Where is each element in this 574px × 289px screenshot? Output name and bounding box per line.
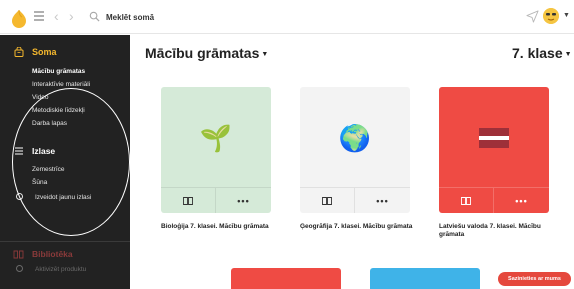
activate-product-button[interactable]: Aktivizēt produktu	[16, 265, 86, 273]
page-title-label: Mācību grāmatas	[145, 45, 260, 61]
globe-icon: 🌍	[338, 123, 372, 153]
hamburger-menu-icon[interactable]	[34, 11, 44, 22]
plus-circle-icon	[16, 265, 23, 272]
bag-icon	[14, 47, 24, 57]
page-title[interactable]: Mācību grāmatas ▼	[145, 45, 268, 61]
search-input[interactable]	[106, 10, 246, 24]
back-arrow-icon[interactable]: ‹	[54, 9, 59, 23]
book-card-partial[interactable]	[231, 268, 341, 289]
card-actions: •••	[161, 187, 271, 213]
contact-us-button[interactable]: Sazinieties ar mums	[498, 272, 571, 286]
highlight-circle	[12, 88, 130, 236]
more-options-button[interactable]: •••	[494, 188, 549, 213]
book-card-biologija[interactable]: 🌱 •••	[161, 87, 271, 213]
chevron-down-icon: ▼	[564, 51, 572, 58]
top-bar: ‹ › ▼	[0, 0, 574, 34]
open-book-icon	[183, 197, 193, 205]
open-book-button[interactable]	[439, 188, 494, 213]
book-card-caption[interactable]: Ģeogrāfija 7. klasei. Mācību grāmata	[300, 223, 418, 231]
open-book-icon	[461, 197, 471, 205]
sidebar-title-soma[interactable]: Soma	[32, 47, 57, 57]
avatar-dropdown-icon[interactable]: ▼	[563, 12, 570, 19]
more-options-button[interactable]: •••	[216, 188, 271, 213]
chevron-down-icon: ▼	[261, 51, 269, 58]
book-card-caption[interactable]: Latviešu valoda 7. klasei. Mācību grāmat…	[439, 223, 557, 239]
forward-arrow-icon[interactable]: ›	[69, 9, 74, 23]
open-book-button[interactable]	[300, 188, 355, 213]
latvia-flag-icon	[479, 128, 509, 148]
more-options-button[interactable]: •••	[355, 188, 410, 213]
sidebar-item-macibu-gramatas[interactable]: Mācību grāmatas	[32, 68, 85, 75]
send-icon[interactable]	[526, 10, 539, 23]
sidebar-item-interaktivie-materiali[interactable]: Interaktīvie materiāli	[32, 81, 90, 88]
book-card-geografija[interactable]: 🌍 •••	[300, 87, 410, 213]
latvia-flag-icon	[439, 123, 549, 154]
book-icon	[13, 250, 24, 259]
avatar[interactable]	[543, 8, 559, 24]
grade-selector[interactable]: 7. klase ▼	[512, 45, 572, 61]
card-actions: •••	[300, 187, 410, 213]
book-card-partial[interactable]	[370, 268, 480, 289]
grade-label: 7. klase	[512, 45, 563, 61]
book-card-caption[interactable]: Bioloģija 7. klasei. Mācību grāmata	[161, 223, 279, 231]
sidebar-title-biblioteka[interactable]: Bibliotēka	[32, 249, 73, 259]
search-icon	[89, 11, 100, 22]
sidebar-divider	[0, 241, 130, 242]
card-actions: •••	[439, 187, 549, 213]
activate-product-label: Aktivizēt produktu	[35, 266, 87, 273]
book-card-latviesu-valoda[interactable]: •••	[439, 87, 549, 213]
open-book-icon	[322, 197, 332, 205]
open-book-button[interactable]	[161, 188, 216, 213]
sprout-icon: 🌱	[199, 123, 233, 153]
soma-logo-icon[interactable]	[9, 8, 29, 28]
